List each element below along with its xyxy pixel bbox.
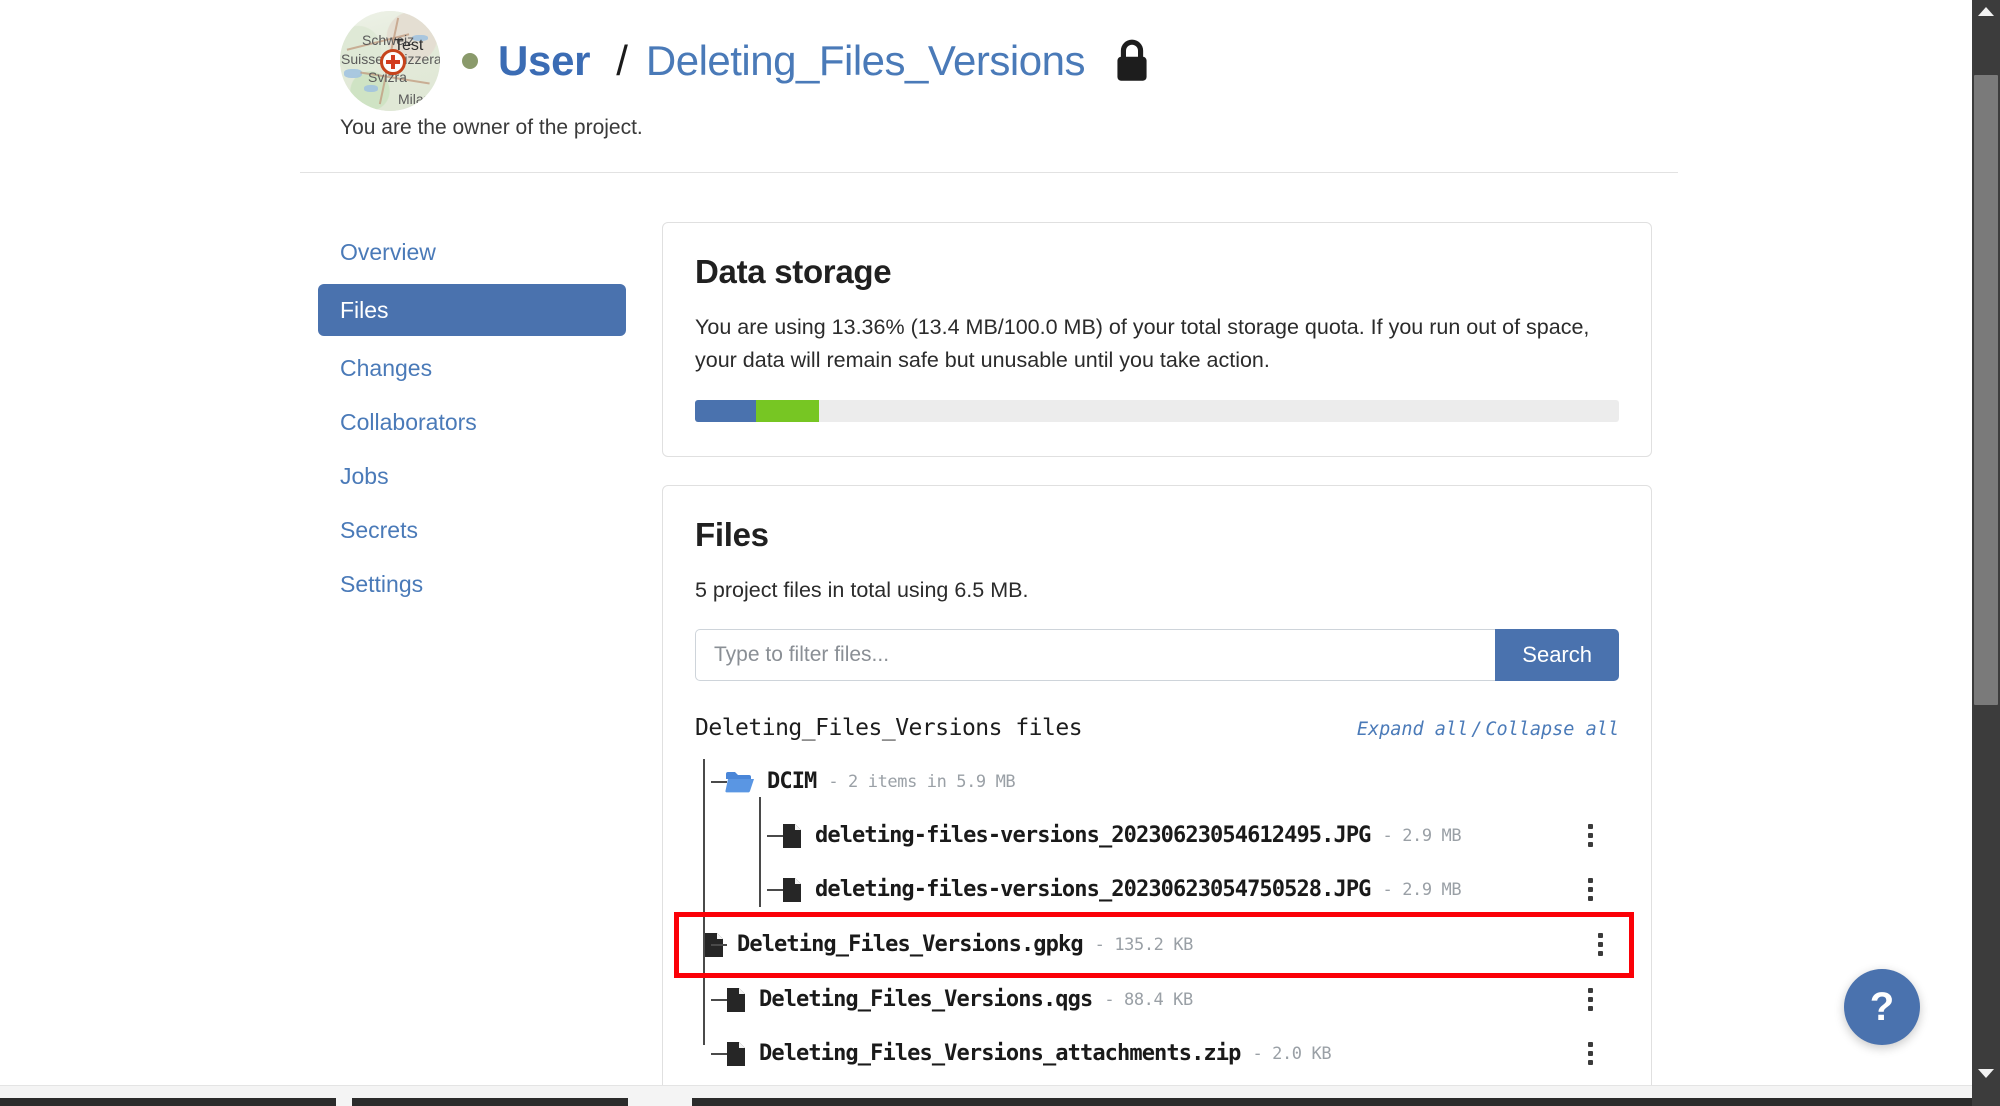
tree-row-file[interactable]: deleting-files-versions_2023062305461249… xyxy=(703,809,1619,863)
sidebar-item-settings[interactable]: Settings xyxy=(318,562,626,606)
file-name: deleting-files-versions_2023062305475052… xyxy=(815,877,1371,903)
horizontal-scrollbar-thumb[interactable] xyxy=(0,1098,336,1106)
avatar-map-water xyxy=(364,85,378,92)
folder-name: DCIM xyxy=(767,769,817,795)
owner-link[interactable]: User xyxy=(498,37,591,85)
file-meta: - 2.9 MB xyxy=(1382,825,1462,846)
file-menu-button[interactable] xyxy=(1575,878,1605,902)
scrollbar-corner xyxy=(1972,1085,2000,1106)
file-meta: - 88.4 KB xyxy=(1104,989,1193,1010)
sidebar-item-label: Files xyxy=(340,296,389,323)
vertical-scrollbar-thumb[interactable] xyxy=(1974,75,1998,705)
map-marker-icon xyxy=(380,49,406,75)
file-meta: - 2.9 MB xyxy=(1382,879,1462,900)
cards-column: Data storage You are using 13.36% (13.4 … xyxy=(662,222,1652,1085)
file-name: deleting-files-versions_2023062305461249… xyxy=(815,823,1371,849)
file-icon xyxy=(781,877,803,903)
tree-row-folder-dcim[interactable]: DCIM - 2 items in 5.9 MB xyxy=(703,755,1619,809)
file-name: Deleting_Files_Versions.qgs xyxy=(759,987,1093,1013)
file-icon xyxy=(781,823,803,849)
file-name: Deleting_Files_Versions.gpkg xyxy=(737,932,1084,958)
file-icon xyxy=(725,1041,747,1067)
online-status-dot xyxy=(462,53,478,69)
sidebar-item-label: Secrets xyxy=(340,516,418,543)
files-card: Files 5 project files in total using 6.5… xyxy=(662,484,1652,1085)
avatar: Schweiz Test Suisse Svizzera Svizra Mila… xyxy=(340,11,440,111)
search-button[interactable]: Search xyxy=(1495,628,1619,681)
tree-tick xyxy=(767,888,783,891)
horizontal-scrollbar-thumb[interactable] xyxy=(692,1098,1972,1106)
scrollbar-gap xyxy=(336,1098,352,1106)
sidebar-item-changes[interactable]: Changes xyxy=(318,346,626,390)
project-sidebar: Overview Files Changes Collaborators Job… xyxy=(318,230,626,616)
file-tree-actions: Expand all / Collapse all xyxy=(1357,719,1619,740)
sidebar-item-label: Settings xyxy=(340,570,424,597)
tree-tick xyxy=(711,780,727,783)
tree-tick xyxy=(711,943,727,946)
storage-progress-segment-other xyxy=(755,399,819,422)
sidebar-item-label: Collaborators xyxy=(340,408,477,435)
file-tree: DCIM - 2 items in 5.9 MB deleting-files-… xyxy=(674,755,1634,1081)
file-meta: - 135.2 KB xyxy=(1094,934,1194,955)
file-menu-button[interactable] xyxy=(1575,1042,1605,1066)
data-storage-card: Data storage You are using 13.36% (13.4 … xyxy=(662,222,1652,457)
lock-closed-icon xyxy=(1111,37,1153,85)
owner-note: You are the owner of the project. xyxy=(340,116,643,139)
sidebar-item-secrets[interactable]: Secrets xyxy=(318,508,626,552)
file-tree-header: Deleting_Files_Versions files Expand all… xyxy=(695,715,1619,741)
tree-row-file[interactable]: Deleting_Files_Versions.qgs - 88.4 KB xyxy=(703,973,1619,1027)
tree-row-file[interactable]: deleting-files-versions_2023062305475052… xyxy=(703,863,1619,917)
question-mark-icon: ? xyxy=(1869,984,1895,1029)
sidebar-item-jobs[interactable]: Jobs xyxy=(318,454,626,498)
header-divider xyxy=(300,172,1678,173)
data-storage-description: You are using 13.36% (13.4 MB/100.0 MB) … xyxy=(695,315,1590,373)
scroll-down-arrow-icon[interactable] xyxy=(1978,1069,1994,1078)
tree-tick xyxy=(711,1052,727,1055)
sidebar-item-collaborators[interactable]: Collaborators xyxy=(318,400,626,444)
breadcrumb-separator: / xyxy=(616,37,628,84)
tree-row-file[interactable]: Deleting_Files_Versions_attachments.zip … xyxy=(703,1027,1619,1081)
vertical-scrollbar[interactable] xyxy=(1972,0,2000,1085)
tree-tick xyxy=(711,998,727,1001)
search-input[interactable] xyxy=(695,628,1496,681)
tree-actions-separator: / xyxy=(1471,718,1483,740)
file-menu-button[interactable] xyxy=(1575,988,1605,1012)
scroll-up-arrow-icon[interactable] xyxy=(1978,7,1994,16)
avatar-map-label: Suisse xyxy=(341,51,384,67)
folder-meta: - 2 items in 5.9 MB xyxy=(828,771,1016,792)
file-name: Deleting_Files_Versions_attachments.zip xyxy=(759,1041,1241,1067)
files-summary: 5 project files in total using 6.5 MB. xyxy=(695,577,1029,602)
horizontal-scrollbar[interactable] xyxy=(0,1085,2000,1106)
file-menu-button[interactable] xyxy=(1585,933,1615,957)
storage-progress-bar xyxy=(695,399,1619,422)
sidebar-item-files[interactable]: Files xyxy=(318,284,626,336)
expand-all-link[interactable]: Expand all xyxy=(1357,719,1468,740)
sidebar-item-label: Changes xyxy=(340,354,433,381)
browser-viewport: Schweiz Test Suisse Svizzera Svizra Mila… xyxy=(0,0,2000,1106)
file-icon xyxy=(725,987,747,1013)
sidebar-item-label: Jobs xyxy=(340,462,389,489)
storage-progress-segment-project xyxy=(695,399,756,422)
help-button[interactable]: ? xyxy=(1844,969,1920,1045)
breadcrumb: Schweiz Test Suisse Svizzera Svizra Mila… xyxy=(300,0,1678,122)
file-search-row: Search xyxy=(695,628,1619,681)
file-menu-button[interactable] xyxy=(1575,824,1605,848)
scrollbar-gap xyxy=(628,1098,692,1106)
data-storage-title: Data storage xyxy=(695,253,892,290)
avatar-map-label: Milano xyxy=(398,91,440,107)
horizontal-scrollbar-thumb[interactable] xyxy=(352,1098,628,1106)
page-content: Schweiz Test Suisse Svizzera Svizra Mila… xyxy=(0,0,1972,1085)
sidebar-item-label: Overview xyxy=(340,238,436,265)
file-tree-title: Deleting_Files_Versions files xyxy=(695,714,1083,741)
project-title-link[interactable]: Deleting_Files_Versions xyxy=(646,37,1086,85)
file-meta: - 2.0 KB xyxy=(1252,1043,1332,1064)
project-header: Schweiz Test Suisse Svizzera Svizra Mila… xyxy=(300,0,1678,173)
folder-open-icon xyxy=(725,770,755,794)
files-title: Files xyxy=(695,515,769,553)
sidebar-item-overview[interactable]: Overview xyxy=(318,230,626,274)
tree-tick xyxy=(767,834,783,837)
collapse-all-link[interactable]: Collapse all xyxy=(1485,719,1619,740)
tree-row-file-highlighted[interactable]: Deleting_Files_Versions.gpkg - 135.2 KB xyxy=(674,911,1634,978)
